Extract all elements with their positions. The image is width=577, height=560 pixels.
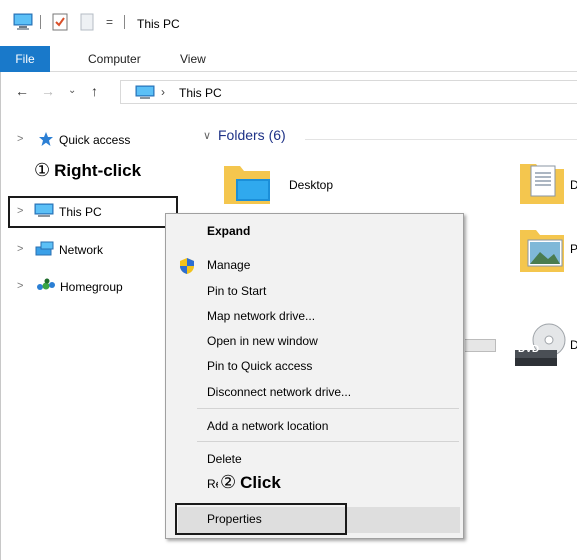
qa-dropdown-icon[interactable]: = — [106, 15, 113, 29]
menu-item-pin-to-quick-access[interactable]: Pin to Quick access — [207, 359, 312, 373]
menu-separator — [197, 408, 459, 409]
menu-item-open-in-new-window[interactable]: Open in new window — [207, 334, 318, 348]
step2-number: ② — [220, 472, 237, 492]
menu-item-disconnect-network-drive[interactable]: Disconnect network drive... — [207, 385, 351, 399]
nav-label: Homegroup — [60, 280, 123, 294]
tab-file[interactable]: File — [0, 46, 50, 72]
nav-item-quick-access[interactable]: > Quick access — [0, 128, 190, 152]
drive-label-dvd[interactable]: D — [570, 338, 577, 352]
expand-chevron-icon[interactable]: > — [17, 133, 23, 145]
expand-chevron-icon[interactable]: > — [17, 280, 23, 292]
address-bar[interactable]: › This PC — [120, 80, 577, 104]
recent-locations-chevron-icon[interactable]: ⌄ — [68, 85, 76, 96]
step2-text: Click — [240, 473, 281, 492]
breadcrumb-this-pc[interactable]: This PC — [179, 86, 222, 100]
breadcrumb-separator[interactable]: › — [161, 85, 165, 99]
dvd-badge: DVD — [518, 344, 540, 355]
context-menu: Expand Manage Pin to Start Map network d… — [165, 213, 464, 539]
collapse-chevron-icon[interactable]: ∨ — [203, 129, 211, 142]
folders-heading[interactable]: Folders (6) — [218, 127, 286, 143]
expand-chevron-icon[interactable]: > — [17, 243, 23, 255]
qa-divider — [40, 15, 41, 29]
navigation-bar: ← → ⌄ ↑ › This PC — [0, 72, 577, 110]
drive-usage-bar — [465, 339, 496, 352]
documents-folder-icon[interactable] — [518, 160, 568, 206]
folder-label-pictures[interactable]: P — [570, 242, 577, 256]
menu-separator — [197, 441, 459, 442]
properties-check-icon[interactable] — [52, 13, 68, 31]
back-arrow-icon[interactable]: ← — [15, 83, 29, 99]
menu-item-delete[interactable]: Delete — [207, 452, 242, 466]
star-icon — [38, 131, 54, 147]
properties-highlight-box — [175, 503, 347, 535]
navigation-pane: > Quick access > This PC > Network > Hom… — [0, 118, 190, 560]
tab-computer[interactable]: Computer — [88, 46, 141, 72]
shield-icon — [179, 257, 195, 275]
step1-number: ① — [34, 160, 51, 180]
pictures-folder-icon[interactable] — [518, 226, 568, 274]
desktop-folder-icon[interactable] — [222, 162, 272, 206]
nav-item-homegroup[interactable]: > Homegroup — [0, 275, 190, 299]
step1-text: Right-click — [54, 161, 142, 180]
up-arrow-icon[interactable]: ↑ — [91, 83, 98, 99]
folder-label-desktop[interactable]: Desktop — [289, 178, 333, 192]
title-divider — [124, 15, 125, 29]
ribbon-tabs: File Computer View — [0, 46, 577, 72]
menu-item-manage[interactable]: Manage — [207, 258, 250, 272]
nav-label: Network — [59, 243, 104, 257]
computer-icon — [135, 85, 155, 100]
menu-item-add-network-location[interactable]: Add a network location — [207, 419, 328, 433]
this-pc-highlight-box — [8, 196, 178, 228]
computer-icon[interactable] — [13, 13, 33, 31]
menu-item-map-network-drive[interactable]: Map network drive... — [207, 309, 315, 323]
menu-item-expand[interactable]: Expand — [207, 224, 250, 238]
nav-item-network[interactable]: > Network — [0, 238, 190, 262]
menu-item-pin-to-start[interactable]: Pin to Start — [207, 284, 266, 298]
tab-view[interactable]: View — [180, 46, 206, 72]
group-divider — [305, 139, 577, 140]
folder-label-documents[interactable]: D — [570, 178, 577, 192]
new-folder-icon[interactable] — [80, 13, 94, 31]
step2-annotation: ② Click — [218, 472, 285, 493]
network-icon — [35, 241, 55, 257]
step1-annotation: ① Right-click — [34, 160, 141, 181]
nav-label: Quick access — [59, 133, 131, 147]
title-bar: = This PC — [0, 0, 577, 46]
forward-arrow-icon[interactable]: → — [41, 83, 55, 99]
homegroup-icon — [36, 278, 56, 294]
window-title: This PC — [137, 17, 180, 31]
